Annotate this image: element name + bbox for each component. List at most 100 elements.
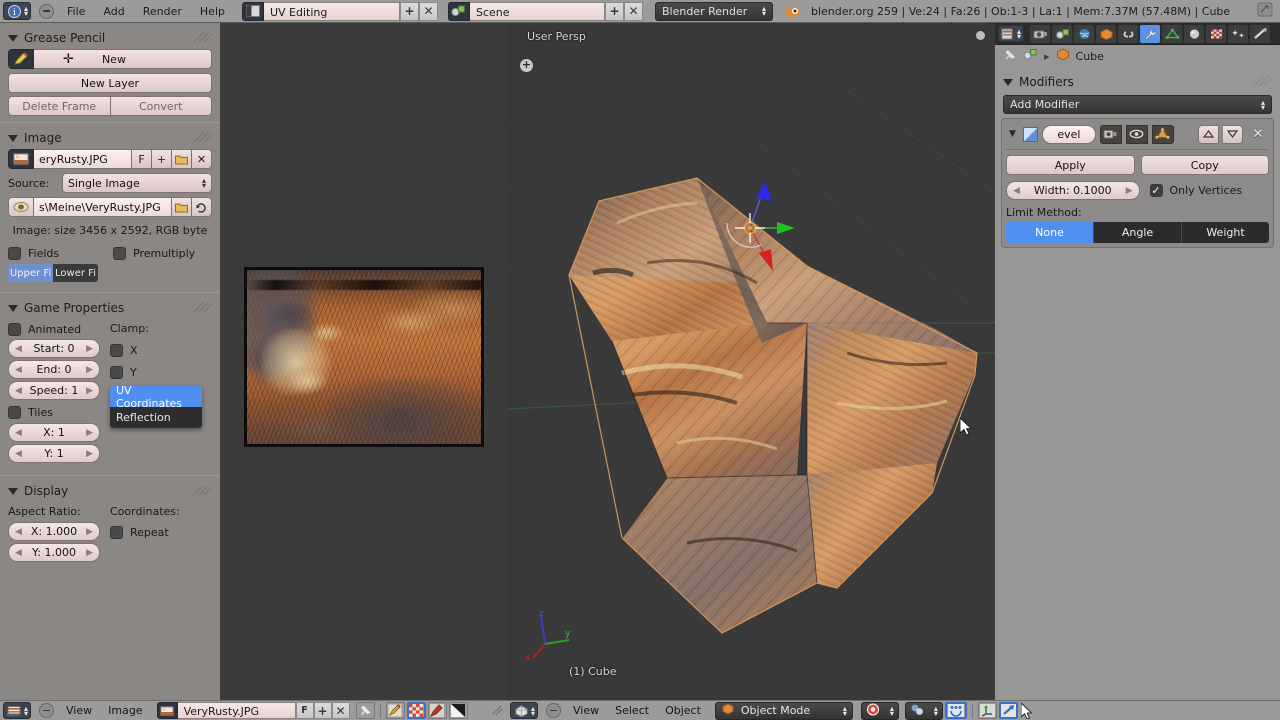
editor-type-spinner[interactable]: ▴ ▾	[24, 704, 28, 717]
premultiply-checkbox[interactable]	[113, 247, 126, 260]
apply-button[interactable]: Apply	[1006, 155, 1135, 175]
tiles-checkbox-group[interactable]: Tiles	[8, 402, 100, 423]
speed-field[interactable]: ◀ Speed: 1 ▶	[8, 381, 100, 400]
editor-type-spinner[interactable]: ▴ ▾	[1017, 27, 1021, 40]
scene-tab-icon[interactable]	[1052, 24, 1073, 43]
image-unlink-button[interactable]: ✕	[192, 149, 212, 169]
render-tab-icon[interactable]	[1030, 24, 1051, 43]
editor-type-selector[interactable]: i ▴ ▾	[3, 2, 32, 20]
reload-icon[interactable]	[192, 197, 212, 217]
bevel-width-field[interactable]: ◀ Width: 0.1000 ▶	[1006, 181, 1140, 200]
clamp-x-group[interactable]: X	[110, 339, 206, 361]
open-folder-icon[interactable]	[172, 149, 192, 169]
only-vertices-group[interactable]: Only Vertices	[1149, 184, 1270, 197]
decrement-arrow-icon[interactable]: ◀	[15, 548, 22, 558]
object-tab-icon[interactable]	[1096, 24, 1117, 43]
menu-file[interactable]: File	[58, 2, 94, 21]
copy-button[interactable]: Copy	[1140, 155, 1269, 175]
limit-option-angle[interactable]: Angle	[1093, 222, 1181, 243]
add-modifier-dropdown[interactable]: Add Modifier ▴ ▾	[1003, 95, 1272, 114]
menu-render[interactable]: Render	[134, 2, 191, 21]
pivot-point-dropdown[interactable]: ▴ ▾	[904, 701, 943, 720]
material-tab-icon[interactable]	[1184, 24, 1205, 43]
delete-frame-button[interactable]: Delete Frame	[8, 96, 111, 116]
edit-mode-visibility-icon[interactable]	[1151, 124, 1174, 144]
grease-pencil-header[interactable]: Grease Pencil	[8, 27, 213, 49]
end-frame-field[interactable]: ◀ End: 0 ▶	[8, 360, 100, 379]
decrement-arrow-icon[interactable]: ◀	[15, 365, 22, 375]
screen-layout-selector[interactable]: UV Editing + ✕	[241, 1, 438, 21]
eye-visibility-icon[interactable]	[1125, 124, 1148, 144]
image-header-datablock-name[interactable]: VeryRusty.JPG	[177, 702, 296, 719]
new-layer-button[interactable]: New Layer	[8, 73, 212, 93]
move-up-icon[interactable]	[1198, 124, 1219, 144]
animated-checkbox[interactable]	[8, 322, 21, 336]
paint-icon[interactable]	[385, 702, 405, 719]
scene-delete-button[interactable]: ✕	[623, 1, 643, 21]
scene-add-button[interactable]: +	[604, 1, 624, 21]
view3d-menu-select[interactable]: Select	[607, 702, 657, 719]
increment-arrow-icon[interactable]: ▶	[86, 386, 93, 396]
fields-checkbox[interactable]	[8, 247, 21, 260]
repeat-checkbox-group[interactable]: Repeat	[110, 522, 206, 543]
decrement-arrow-icon[interactable]: ◀	[15, 449, 22, 459]
cube-object[interactable]	[507, 23, 995, 700]
repeat-checkbox[interactable]	[110, 526, 123, 539]
image-filepath-value[interactable]: s\Meine\VeryRusty.JPG	[34, 197, 172, 217]
field-order-lower[interactable]: Lower Fi	[53, 264, 98, 282]
tiles-y-field[interactable]: ◀ Y: 1 ▶	[8, 444, 100, 463]
modifiers-header[interactable]: Modifiers	[1003, 71, 1273, 93]
modifier-name-field[interactable]: evel	[1041, 124, 1096, 144]
limit-method-toggle[interactable]: None Angle Weight	[1006, 222, 1269, 243]
render-visibility-icon[interactable]	[1099, 124, 1122, 144]
viewport-shading-dropdown[interactable]: ▴ ▾	[860, 701, 899, 720]
constraints-tab-icon[interactable]	[1118, 24, 1139, 43]
image-panel-header[interactable]: Image	[8, 127, 213, 149]
convert-button[interactable]: Convert	[110, 96, 212, 116]
resize-corner-icon[interactable]	[1257, 2, 1273, 20]
image-header-unlink[interactable]: ✕	[331, 702, 350, 719]
view3d-menu-view[interactable]: View	[565, 702, 607, 719]
mapping-option-uv[interactable]: UV Coordinates	[110, 386, 202, 410]
clamp-y-checkbox[interactable]	[110, 365, 123, 379]
image-header-fake-user[interactable]: F	[295, 702, 314, 719]
folder-icon[interactable]	[172, 197, 192, 217]
collapse-triangle-icon[interactable]: ▼	[1006, 129, 1019, 139]
only-vertices-checkbox[interactable]	[1149, 184, 1163, 197]
menu-help[interactable]: Help	[191, 2, 234, 21]
uv-face-select-icon[interactable]	[406, 702, 426, 719]
interaction-mode-dropdown[interactable]: Object Mode ▴ ▾	[714, 701, 853, 720]
scene-selector[interactable]: Scene + ✕	[447, 1, 643, 21]
transform-manipulator-gizmo[interactable]	[687, 143, 867, 323]
3d-viewport[interactable]: User Persp + z y x (1) Cube	[507, 23, 995, 700]
aspect-y-field[interactable]: ◀ Y: 1.000 ▶	[8, 543, 100, 562]
move-down-icon[interactable]	[1223, 124, 1243, 144]
image-source-dropdown[interactable]: Single Image ▴ ▾	[62, 173, 212, 193]
collapse-menu-icon[interactable]	[546, 703, 562, 718]
screen-layout-value[interactable]: UV Editing	[263, 1, 400, 21]
increment-arrow-icon[interactable]: ▶	[86, 365, 93, 375]
decrement-arrow-icon[interactable]: ◀	[15, 527, 22, 537]
delete-modifier-icon[interactable]: ✕	[1247, 127, 1269, 142]
data-tab-icon[interactable]	[1162, 24, 1183, 43]
game-properties-header[interactable]: Game Properties	[8, 297, 213, 319]
decrement-arrow-icon[interactable]: ◀	[15, 386, 22, 396]
header-resize-grip[interactable]	[492, 702, 503, 719]
view3d-menu-object[interactable]: Object	[657, 702, 709, 719]
increment-arrow-icon[interactable]: ▶	[86, 449, 93, 459]
world-tab-icon[interactable]	[1074, 24, 1095, 43]
aspect-x-field[interactable]: ◀ X: 1.000 ▶	[8, 522, 100, 541]
limit-option-weight[interactable]: Weight	[1181, 222, 1269, 243]
field-order-toggle[interactable]: Upper Fi Lower Fi	[8, 264, 98, 282]
scene-name-value[interactable]: Scene	[469, 1, 605, 21]
clamp-x-checkbox[interactable]	[110, 343, 123, 357]
particles-tab-icon[interactable]	[1228, 24, 1249, 43]
fields-checkbox-group[interactable]: Fields	[8, 247, 113, 260]
editor-type-selector[interactable]: ▴ ▾	[510, 702, 539, 719]
texture-paint-icon[interactable]	[427, 702, 447, 719]
render-engine-selector[interactable]: Blender Render ▴ ▾	[654, 1, 773, 21]
tiles-checkbox[interactable]	[8, 406, 21, 419]
editor-type-selector[interactable]: ▴ ▾	[3, 702, 32, 719]
increment-arrow-icon[interactable]: ▶	[1126, 186, 1133, 196]
image-fake-user-button[interactable]: F	[132, 149, 152, 169]
